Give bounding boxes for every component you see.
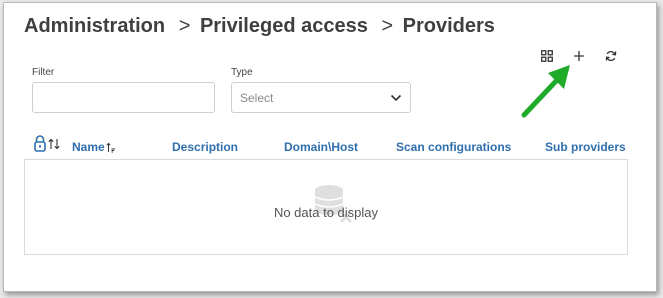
column-scan-configurations[interactable]: Scan configurations [396, 140, 511, 154]
breadcrumb-separator: > [381, 15, 394, 37]
column-lock-sort[interactable] [34, 135, 60, 153]
breadcrumb-item-providers: Providers [402, 15, 495, 37]
breadcrumb-item-administration[interactable]: Administration [24, 15, 165, 37]
filter-label: Filter [32, 67, 55, 78]
sort-ascending-icon [106, 142, 115, 152]
sort-icon [48, 138, 60, 150]
type-select[interactable]: Select [231, 82, 411, 113]
grid-header: Name Description Domain\Host Scan config… [32, 133, 632, 157]
providers-panel: Administration > Privileged access > Pro… [3, 2, 657, 292]
breadcrumb: Administration > Privileged access > Pro… [24, 15, 499, 38]
refresh-button[interactable] [602, 47, 620, 65]
empty-state-message: No data to display [273, 205, 379, 220]
filter-input[interactable] [32, 82, 215, 113]
column-name[interactable]: Name [72, 140, 116, 154]
chevron-down-icon [390, 94, 402, 101]
column-name-label: Name [72, 140, 105, 154]
breadcrumb-separator: > [178, 15, 191, 37]
column-sub-providers[interactable]: Sub providers [545, 140, 626, 154]
type-select-placeholder: Select [240, 90, 274, 105]
annotation-arrow-icon [521, 65, 570, 118]
breadcrumb-item-privileged-access[interactable]: Privileged access [200, 15, 368, 37]
column-domain-host[interactable]: Domain\Host [284, 140, 358, 154]
grid-body: No data to display [24, 159, 628, 255]
column-description[interactable]: Description [172, 140, 238, 154]
refresh-icon [605, 50, 617, 62]
type-label: Type [231, 67, 253, 78]
lock-icon [34, 135, 46, 152]
